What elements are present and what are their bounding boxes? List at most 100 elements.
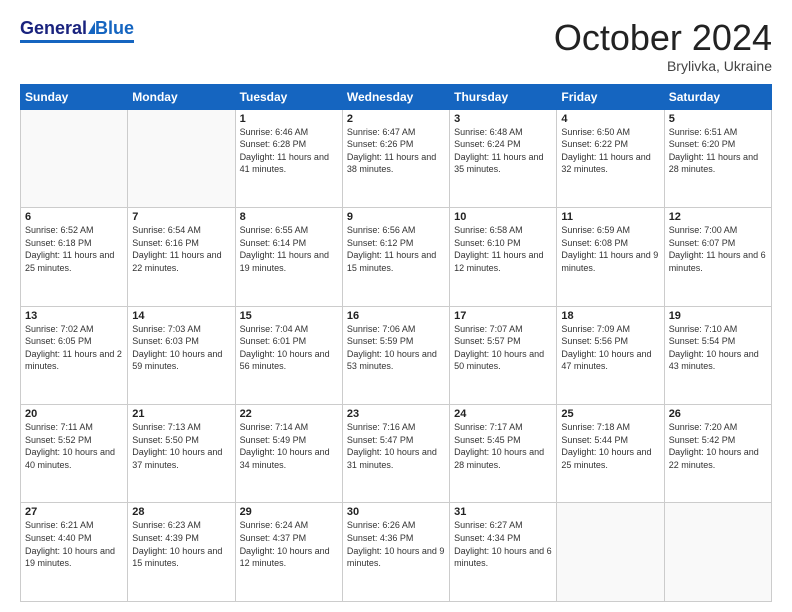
day-info: Sunrise: 6:50 AMSunset: 6:22 PMDaylight:… [561,126,659,176]
day-info: Sunrise: 7:10 AMSunset: 5:54 PMDaylight:… [669,323,767,373]
day-info: Sunrise: 7:11 AMSunset: 5:52 PMDaylight:… [25,421,123,471]
calendar-cell: 11Sunrise: 6:59 AMSunset: 6:08 PMDayligh… [557,208,664,306]
day-number: 22 [240,408,338,420]
calendar-header-sunday: Sunday [21,84,128,109]
day-info: Sunrise: 6:58 AMSunset: 6:10 PMDaylight:… [454,224,552,274]
day-info: Sunrise: 6:51 AMSunset: 6:20 PMDaylight:… [669,126,767,176]
calendar-header-wednesday: Wednesday [342,84,449,109]
day-number: 9 [347,211,445,223]
subtitle: Brylivka, Ukraine [554,58,772,74]
day-info: Sunrise: 7:09 AMSunset: 5:56 PMDaylight:… [561,323,659,373]
day-number: 31 [454,506,552,518]
calendar-cell: 31Sunrise: 6:27 AMSunset: 4:34 PMDayligh… [450,503,557,602]
day-number: 13 [25,310,123,322]
day-number: 18 [561,310,659,322]
calendar-cell: 7Sunrise: 6:54 AMSunset: 6:16 PMDaylight… [128,208,235,306]
calendar-cell: 29Sunrise: 6:24 AMSunset: 4:37 PMDayligh… [235,503,342,602]
day-info: Sunrise: 6:26 AMSunset: 4:36 PMDaylight:… [347,519,445,569]
calendar-cell: 16Sunrise: 7:06 AMSunset: 5:59 PMDayligh… [342,306,449,404]
day-info: Sunrise: 7:14 AMSunset: 5:49 PMDaylight:… [240,421,338,471]
day-info: Sunrise: 6:46 AMSunset: 6:28 PMDaylight:… [240,126,338,176]
calendar-cell: 2Sunrise: 6:47 AMSunset: 6:26 PMDaylight… [342,109,449,207]
day-info: Sunrise: 7:03 AMSunset: 6:03 PMDaylight:… [132,323,230,373]
day-number: 6 [25,211,123,223]
day-info: Sunrise: 7:07 AMSunset: 5:57 PMDaylight:… [454,323,552,373]
calendar-week-3: 13Sunrise: 7:02 AMSunset: 6:05 PMDayligh… [21,306,772,404]
calendar-header-tuesday: Tuesday [235,84,342,109]
calendar-cell [557,503,664,602]
calendar-cell: 14Sunrise: 7:03 AMSunset: 6:03 PMDayligh… [128,306,235,404]
calendar-table: SundayMondayTuesdayWednesdayThursdayFrid… [20,84,772,602]
calendar-cell: 30Sunrise: 6:26 AMSunset: 4:36 PMDayligh… [342,503,449,602]
day-info: Sunrise: 6:54 AMSunset: 6:16 PMDaylight:… [132,224,230,274]
calendar-cell [128,109,235,207]
calendar-header-thursday: Thursday [450,84,557,109]
day-info: Sunrise: 6:23 AMSunset: 4:39 PMDaylight:… [132,519,230,569]
day-number: 12 [669,211,767,223]
calendar-cell: 22Sunrise: 7:14 AMSunset: 5:49 PMDayligh… [235,405,342,503]
calendar-header-saturday: Saturday [664,84,771,109]
calendar-cell: 12Sunrise: 7:00 AMSunset: 6:07 PMDayligh… [664,208,771,306]
day-number: 20 [25,408,123,420]
day-info: Sunrise: 6:56 AMSunset: 6:12 PMDaylight:… [347,224,445,274]
calendar-cell: 5Sunrise: 6:51 AMSunset: 6:20 PMDaylight… [664,109,771,207]
calendar-cell: 13Sunrise: 7:02 AMSunset: 6:05 PMDayligh… [21,306,128,404]
day-number: 21 [132,408,230,420]
day-number: 28 [132,506,230,518]
day-number: 26 [669,408,767,420]
day-number: 23 [347,408,445,420]
calendar-cell: 21Sunrise: 7:13 AMSunset: 5:50 PMDayligh… [128,405,235,503]
day-info: Sunrise: 6:55 AMSunset: 6:14 PMDaylight:… [240,224,338,274]
day-number: 16 [347,310,445,322]
calendar-cell: 18Sunrise: 7:09 AMSunset: 5:56 PMDayligh… [557,306,664,404]
page: General Blue October 2024 Brylivka, Ukra… [0,0,792,612]
calendar-cell: 1Sunrise: 6:46 AMSunset: 6:28 PMDaylight… [235,109,342,207]
day-info: Sunrise: 6:27 AMSunset: 4:34 PMDaylight:… [454,519,552,569]
logo-general-text: General [20,18,87,39]
calendar-cell: 17Sunrise: 7:07 AMSunset: 5:57 PMDayligh… [450,306,557,404]
day-info: Sunrise: 7:00 AMSunset: 6:07 PMDaylight:… [669,224,767,274]
calendar-week-1: 1Sunrise: 6:46 AMSunset: 6:28 PMDaylight… [21,109,772,207]
calendar-cell: 10Sunrise: 6:58 AMSunset: 6:10 PMDayligh… [450,208,557,306]
day-number: 25 [561,408,659,420]
calendar-cell: 20Sunrise: 7:11 AMSunset: 5:52 PMDayligh… [21,405,128,503]
day-info: Sunrise: 7:16 AMSunset: 5:47 PMDaylight:… [347,421,445,471]
calendar-cell: 4Sunrise: 6:50 AMSunset: 6:22 PMDaylight… [557,109,664,207]
day-info: Sunrise: 6:21 AMSunset: 4:40 PMDaylight:… [25,519,123,569]
day-number: 4 [561,113,659,125]
logo-arrow-icon [88,22,95,34]
calendar-cell: 25Sunrise: 7:18 AMSunset: 5:44 PMDayligh… [557,405,664,503]
day-info: Sunrise: 7:20 AMSunset: 5:42 PMDaylight:… [669,421,767,471]
calendar-cell: 3Sunrise: 6:48 AMSunset: 6:24 PMDaylight… [450,109,557,207]
day-number: 1 [240,113,338,125]
day-info: Sunrise: 7:18 AMSunset: 5:44 PMDaylight:… [561,421,659,471]
calendar-cell [21,109,128,207]
day-number: 3 [454,113,552,125]
day-info: Sunrise: 6:24 AMSunset: 4:37 PMDaylight:… [240,519,338,569]
day-info: Sunrise: 7:13 AMSunset: 5:50 PMDaylight:… [132,421,230,471]
calendar-cell: 24Sunrise: 7:17 AMSunset: 5:45 PMDayligh… [450,405,557,503]
calendar-cell: 27Sunrise: 6:21 AMSunset: 4:40 PMDayligh… [21,503,128,602]
day-info: Sunrise: 7:17 AMSunset: 5:45 PMDaylight:… [454,421,552,471]
calendar-week-4: 20Sunrise: 7:11 AMSunset: 5:52 PMDayligh… [21,405,772,503]
day-number: 11 [561,211,659,223]
logo-blue-text: Blue [95,18,134,39]
day-number: 14 [132,310,230,322]
calendar-header-monday: Monday [128,84,235,109]
day-number: 19 [669,310,767,322]
calendar-cell: 19Sunrise: 7:10 AMSunset: 5:54 PMDayligh… [664,306,771,404]
header: General Blue October 2024 Brylivka, Ukra… [20,18,772,74]
day-info: Sunrise: 6:48 AMSunset: 6:24 PMDaylight:… [454,126,552,176]
day-number: 7 [132,211,230,223]
day-number: 17 [454,310,552,322]
calendar-header-row: SundayMondayTuesdayWednesdayThursdayFrid… [21,84,772,109]
calendar-header-friday: Friday [557,84,664,109]
calendar-cell: 6Sunrise: 6:52 AMSunset: 6:18 PMDaylight… [21,208,128,306]
day-number: 24 [454,408,552,420]
day-number: 15 [240,310,338,322]
day-number: 5 [669,113,767,125]
month-title: October 2024 [554,18,772,58]
day-number: 10 [454,211,552,223]
calendar-cell [664,503,771,602]
calendar-cell: 23Sunrise: 7:16 AMSunset: 5:47 PMDayligh… [342,405,449,503]
